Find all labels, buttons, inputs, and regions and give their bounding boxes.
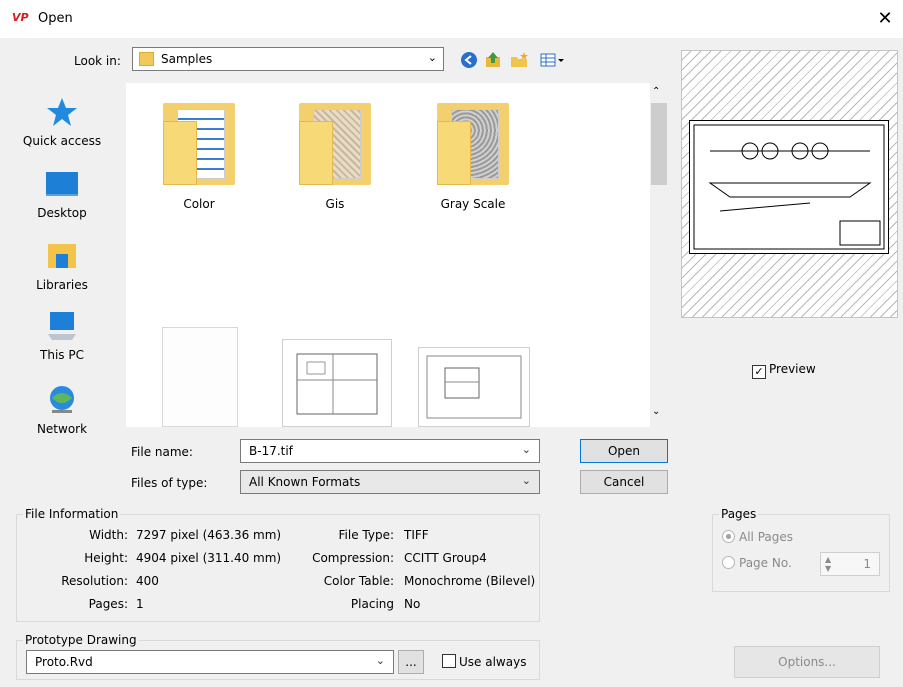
use-always-label: Use always [459, 655, 527, 669]
group-title: Pages [719, 507, 759, 521]
page-no-label: Page No. [739, 556, 792, 570]
all-pages-label: All Pages [739, 530, 793, 544]
folder-icon [139, 52, 154, 66]
libraries-icon [46, 240, 78, 272]
sidebar-item-libraries[interactable]: Libraries [12, 240, 112, 292]
look-in-label: Look in: [74, 54, 121, 68]
up-folder-icon[interactable] [484, 51, 502, 69]
file-name-value: B-17.tif [249, 444, 293, 458]
info-value: Monochrome (Bilevel) [404, 574, 536, 588]
file-label: Color [183, 197, 215, 211]
options-button[interactable]: Options... [734, 646, 880, 678]
file-name-label: File name: [131, 445, 193, 459]
sidebar-item-label: Network [36, 422, 88, 436]
file-type-value: All Known Formats [249, 475, 361, 489]
scroll-down-icon[interactable]: ⌄ [652, 406, 660, 417]
prototype-dropdown[interactable]: Proto.Rvd ⌄ [26, 650, 394, 674]
title-bar [0, 0, 903, 38]
document-icon[interactable] [162, 327, 238, 427]
network-icon [46, 384, 78, 416]
chevron-down-icon: ⌄ [427, 51, 437, 64]
sidebar-item-label: Quick access [22, 134, 102, 148]
prototype-value: Proto.Rvd [35, 655, 93, 669]
preview-label: Preview [769, 362, 816, 376]
chevron-down-icon: ⌄ [521, 474, 531, 487]
info-label: Compression: [312, 551, 394, 565]
info-value: CCITT Group4 [404, 551, 487, 565]
checkbox-icon [442, 654, 456, 668]
info-value: No [404, 597, 421, 611]
sidebar-item-network[interactable]: Network [12, 384, 112, 436]
info-value: 1 [136, 597, 144, 611]
info-value: 400 [136, 574, 159, 588]
info-label: Height: [84, 551, 128, 565]
chevron-down-icon: ⌄ [521, 443, 531, 456]
file-label: Gis [325, 197, 345, 211]
sidebar-item-this-pc[interactable]: This PC [12, 310, 112, 362]
browse-button[interactable]: ... [398, 650, 424, 674]
preview-image [689, 120, 889, 254]
sidebar-item-desktop[interactable]: Desktop [12, 168, 112, 220]
sidebar-item-label: Desktop [37, 206, 87, 220]
checkbox-checked-icon: ✓ [752, 365, 766, 379]
info-label: Color Table: [323, 574, 394, 588]
star-icon [46, 96, 78, 128]
list-item[interactable]: Gray Scale [418, 103, 528, 211]
folder-icon [163, 103, 235, 185]
info-value: 7297 pixel (463.36 mm) [136, 528, 282, 542]
drawing-thumbnail[interactable] [418, 347, 530, 427]
scrollbar-thumb[interactable] [651, 103, 667, 185]
group-title: File Information [23, 507, 121, 521]
desktop-icon [46, 168, 78, 200]
info-value: TIFF [404, 528, 429, 542]
open-button[interactable]: Open [580, 439, 668, 463]
page-number-stepper[interactable]: ▲ ▼ 1 [820, 552, 880, 576]
info-label: Placing [350, 597, 394, 611]
info-label: Resolution: [61, 574, 128, 588]
stepper-arrows-icon: ▲ ▼ [825, 555, 832, 573]
preview-checkbox[interactable]: ✓ Preview [752, 362, 816, 379]
look-in-dropdown[interactable]: Samples ⌄ [132, 47, 444, 71]
info-label: Pages: [88, 597, 128, 611]
file-type-label: Files of type: [131, 476, 208, 490]
drawing-thumbnail[interactable] [282, 339, 392, 427]
page-no-radio[interactable]: Page No. [722, 556, 792, 570]
computer-icon [46, 310, 78, 342]
scroll-up-icon[interactable]: ⌃ [652, 86, 660, 97]
info-value: 4904 pixel (311.40 mm) [136, 551, 282, 565]
look-in-value: Samples [161, 52, 213, 66]
file-label: Gray Scale [440, 197, 506, 211]
file-name-input[interactable]: B-17.tif ⌄ [240, 439, 540, 463]
window-title: Open [38, 11, 73, 26]
info-label: Width: [89, 528, 128, 542]
file-type-dropdown[interactable]: All Known Formats ⌄ [240, 470, 540, 494]
sidebar-item-label: This PC [40, 348, 84, 362]
radio-selected-icon [722, 530, 735, 543]
new-folder-icon[interactable] [510, 51, 528, 69]
folder-icon [437, 103, 509, 185]
app-logo-icon: VP [12, 11, 30, 25]
chevron-down-icon: ⌄ [375, 654, 385, 667]
folder-icon [299, 103, 371, 185]
close-button[interactable]: ✕ [872, 6, 898, 32]
radio-icon [722, 556, 735, 569]
use-always-checkbox[interactable]: Use always [442, 654, 526, 669]
cancel-button[interactable]: Cancel [580, 470, 668, 494]
info-label: File Type: [338, 528, 395, 542]
view-menu-icon[interactable] [540, 51, 566, 69]
list-item[interactable]: Gis [280, 103, 390, 211]
group-title: Prototype Drawing [23, 633, 139, 647]
sidebar-item-label: Libraries [36, 278, 88, 292]
all-pages-radio[interactable]: All Pages [722, 530, 793, 544]
sidebar-item-quick-access[interactable]: Quick access [12, 96, 112, 148]
file-list[interactable]: Color Gis Gray Scale [126, 83, 668, 427]
list-item[interactable]: Color [144, 103, 254, 211]
page-number-value: 1 [863, 557, 871, 571]
back-icon[interactable] [460, 51, 478, 69]
